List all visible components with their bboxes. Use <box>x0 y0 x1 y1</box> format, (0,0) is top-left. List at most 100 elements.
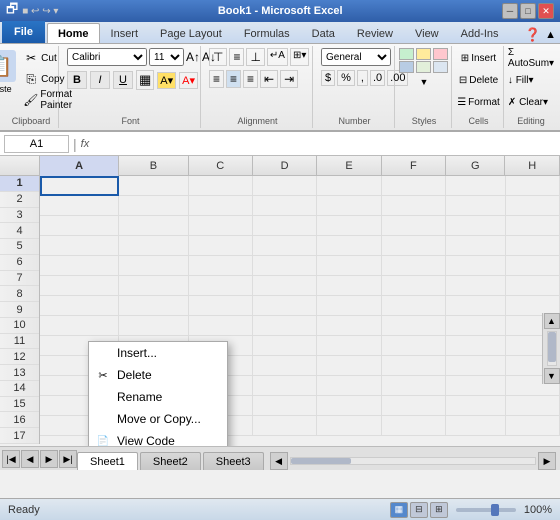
sheet-scroll-last[interactable]: ▶| <box>59 450 77 468</box>
cell-g1[interactable] <box>446 176 505 196</box>
align-top-icon[interactable]: ⊤ <box>209 48 227 66</box>
row-header-1[interactable]: 1 <box>0 176 39 192</box>
maximize-button[interactable]: □ <box>520 3 536 19</box>
row-header-10[interactable]: 10 <box>0 318 39 334</box>
vscroll-thumb[interactable] <box>548 332 556 362</box>
merge-icon[interactable]: ⊞▾ <box>290 48 309 66</box>
col-header-b[interactable]: B <box>119 156 188 176</box>
vertical-scrollbar[interactable]: ▲ ▼ <box>542 313 560 384</box>
hscroll-right-button[interactable]: ▶ <box>538 452 556 470</box>
fill-color-icon[interactable]: A▾ <box>157 72 176 89</box>
ctx-move-copy[interactable]: Move or Copy... <box>89 408 227 430</box>
underline-button[interactable]: U <box>113 71 133 89</box>
sheet-tab-2[interactable]: Sheet2 <box>140 452 201 470</box>
zoom-thumb[interactable] <box>491 504 499 516</box>
hscroll-track[interactable] <box>290 457 536 465</box>
sheet-scroll-first[interactable]: |◀ <box>2 450 20 468</box>
cell-reference-input[interactable] <box>4 135 69 153</box>
file-tab[interactable]: File <box>2 21 45 43</box>
paste-button[interactable]: 📋 Paste <box>0 48 18 96</box>
tab-add-ins[interactable]: Add-Ins <box>450 23 510 43</box>
indent-dec-icon[interactable]: ⇤ <box>260 70 278 88</box>
tab-review[interactable]: Review <box>346 23 404 43</box>
vscroll-track[interactable] <box>547 331 557 366</box>
ctx-rename[interactable]: Rename <box>89 386 227 408</box>
row-header-15[interactable]: 15 <box>0 397 39 413</box>
row-header-2[interactable]: 2 <box>0 192 39 208</box>
insert-cells-button[interactable]: ⊞ Insert <box>458 48 499 68</box>
ctx-delete[interactable]: ✂ Delete <box>89 364 227 386</box>
font-color-icon[interactable]: A▾ <box>179 72 198 89</box>
indent-inc-icon[interactable]: ⇥ <box>280 70 298 88</box>
row-header-6[interactable]: 6 <box>0 255 39 271</box>
cell-b1[interactable] <box>119 176 188 196</box>
hscroll-left-button[interactable]: ◀ <box>270 452 288 470</box>
comma-icon[interactable]: , <box>357 70 368 86</box>
page-layout-view-button[interactable]: ⊟ <box>410 502 428 518</box>
bold-button[interactable]: B <box>67 71 87 89</box>
percent-icon[interactable]: % <box>337 70 355 86</box>
normal-view-button[interactable]: ▦ <box>390 502 408 518</box>
row-header-12[interactable]: 12 <box>0 349 39 365</box>
row-header-13[interactable]: 13 <box>0 365 39 381</box>
currency-icon[interactable]: $ <box>321 70 335 86</box>
delete-cells-button[interactable]: ⊟ Delete <box>456 70 501 90</box>
row-header-17[interactable]: 17 <box>0 428 39 444</box>
row-header-5[interactable]: 5 <box>0 239 39 255</box>
sheet-scroll-prev[interactable]: ◀ <box>21 450 39 468</box>
clear-button[interactable]: ✗ Clear▾ <box>505 92 551 112</box>
format-cells-button[interactable]: ☰ Format <box>454 92 503 112</box>
col-header-d[interactable]: D <box>253 156 317 176</box>
row-header-16[interactable]: 16 <box>0 412 39 428</box>
help-icon[interactable]: ❓ <box>525 27 541 43</box>
row-header-8[interactable]: 8 <box>0 286 39 302</box>
col-header-e[interactable]: E <box>317 156 381 176</box>
row-header-9[interactable]: 9 <box>0 302 39 318</box>
sheet-scroll-next[interactable]: ▶ <box>40 450 58 468</box>
italic-button[interactable]: I <box>90 71 110 89</box>
row-header-4[interactable]: 4 <box>0 223 39 239</box>
page-break-view-button[interactable]: ⊞ <box>430 502 448 518</box>
row-header-11[interactable]: 11 <box>0 334 39 350</box>
tab-view[interactable]: View <box>404 23 450 43</box>
cell-a1[interactable] <box>40 176 119 196</box>
col-header-g[interactable]: G <box>446 156 505 176</box>
minimize-button[interactable]: ─ <box>502 3 518 19</box>
sheet-tab-1[interactable]: Sheet1 <box>77 452 138 470</box>
cell-d1[interactable] <box>253 176 317 196</box>
align-right-icon[interactable]: ≡ <box>243 70 258 88</box>
align-bottom-icon[interactable]: ⊥ <box>246 48 264 66</box>
col-header-c[interactable]: C <box>189 156 253 176</box>
vscroll-down-button[interactable]: ▼ <box>544 368 560 384</box>
number-format-select[interactable]: General <box>321 48 391 66</box>
ctx-view-code[interactable]: 📄 View Code <box>89 430 227 446</box>
fill-button[interactable]: ↓ Fill▾ <box>505 70 537 90</box>
font-family-select[interactable]: Calibri <box>67 48 147 66</box>
close-button[interactable]: ✕ <box>538 3 554 19</box>
autosum-button[interactable]: Σ AutoSum▾ <box>505 48 557 68</box>
tab-home[interactable]: Home <box>47 23 100 43</box>
ctx-insert[interactable]: Insert... <box>89 342 227 364</box>
formula-input[interactable] <box>93 135 556 153</box>
row-header-7[interactable]: 7 <box>0 271 39 287</box>
col-header-a[interactable]: A <box>40 156 119 176</box>
tab-formulas[interactable]: Formulas <box>233 23 301 43</box>
tab-insert[interactable]: Insert <box>100 23 150 43</box>
tab-data[interactable]: Data <box>301 23 346 43</box>
styles-expand-icon[interactable]: ▼ <box>420 77 429 87</box>
cell-f1[interactable] <box>382 176 446 196</box>
vscroll-up-button[interactable]: ▲ <box>544 313 560 329</box>
align-center-icon[interactable]: ≡ <box>226 70 241 88</box>
border-icon[interactable]: ▦ <box>136 70 154 90</box>
col-header-h[interactable]: H <box>505 156 559 176</box>
align-middle-icon[interactable]: ≡ <box>229 48 244 66</box>
tab-page-layout[interactable]: Page Layout <box>149 23 233 43</box>
col-header-f[interactable]: F <box>382 156 446 176</box>
increase-font-icon[interactable]: A↑ <box>186 50 200 64</box>
row-header-14[interactable]: 14 <box>0 381 39 397</box>
wrap-text-icon[interactable]: ↵A <box>267 48 288 66</box>
zoom-slider[interactable] <box>456 508 516 512</box>
row-header-3[interactable]: 3 <box>0 208 39 224</box>
cell-e1[interactable] <box>317 176 381 196</box>
align-left-icon[interactable]: ≡ <box>209 70 224 88</box>
